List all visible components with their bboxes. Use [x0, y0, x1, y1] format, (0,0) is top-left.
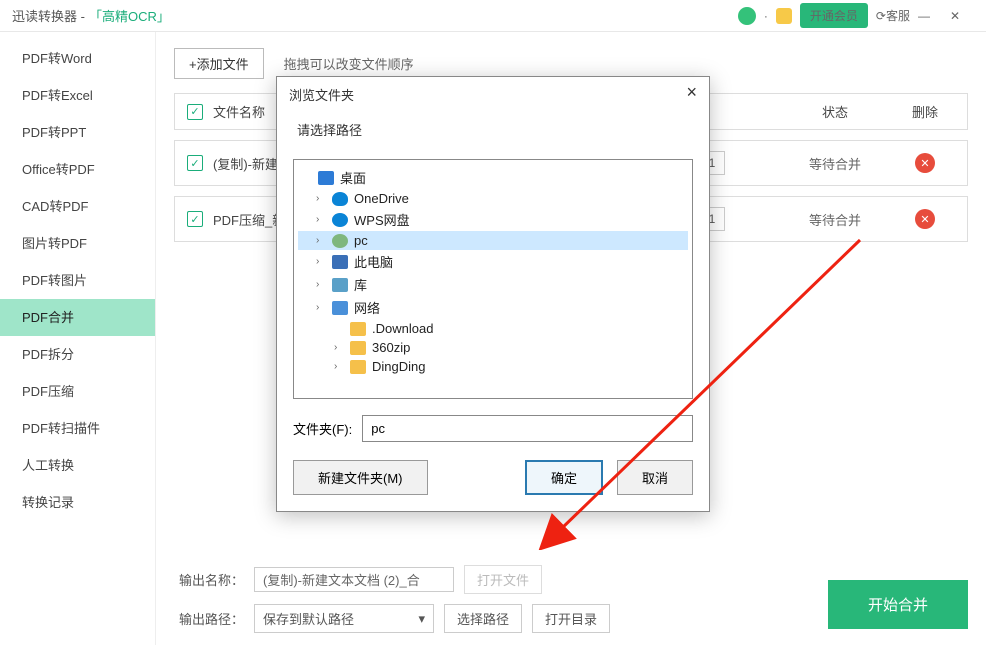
folder-icon: [350, 322, 366, 336]
app-name: 迅读转换器 -: [12, 6, 85, 25]
caret-icon: ›: [316, 235, 326, 246]
caret-icon: ›: [334, 342, 344, 353]
toolbar: +添加文件 拖拽可以改变文件顺序: [174, 48, 968, 79]
dialog-close-icon[interactable]: ×: [686, 85, 697, 104]
tree-item-label: 360zip: [372, 340, 410, 355]
dialog-title: 浏览文件夹: [289, 85, 354, 104]
col-status: 状态: [775, 102, 895, 121]
file-status: 等待合并: [775, 210, 895, 229]
folder-field-label: 文件夹(F):: [293, 419, 352, 438]
sidebar-item[interactable]: PDF转PPT: [0, 114, 155, 151]
tree-item[interactable]: › DingDing: [298, 357, 688, 376]
output-name-label: 输出名称：: [174, 570, 244, 589]
checkbox-all[interactable]: ✓: [187, 104, 203, 120]
wps-icon: [332, 213, 348, 227]
thispc-icon: [332, 255, 348, 269]
sidebar-item[interactable]: PDF转Word: [0, 40, 155, 77]
close-icon: ✕: [915, 153, 935, 173]
ok-button[interactable]: 确定: [525, 460, 603, 495]
net-icon: [332, 301, 348, 315]
crown-icon[interactable]: [776, 8, 792, 24]
dialog-hint: 请选择路径: [293, 120, 693, 139]
tree-item-label: 此电脑: [354, 252, 393, 271]
sidebar-item[interactable]: CAD转PDF: [0, 188, 155, 225]
checkbox[interactable]: ✓: [187, 211, 203, 227]
start-merge-button[interactable]: 开始合并: [828, 580, 968, 629]
sidebar-item[interactable]: 人工转换: [0, 447, 155, 484]
lib-icon: [332, 278, 348, 292]
tree-item[interactable]: › 此电脑: [298, 250, 688, 273]
add-file-button[interactable]: +添加文件: [174, 48, 264, 79]
tree-item[interactable]: › 网络: [298, 296, 688, 319]
avatar-icon: [738, 7, 756, 25]
tree-item-label: pc: [354, 233, 368, 248]
tree-item[interactable]: › OneDrive: [298, 189, 688, 208]
tree-item-label: 桌面: [340, 168, 366, 187]
caret-icon: ›: [316, 256, 326, 267]
sidebar-item[interactable]: PDF转Excel: [0, 77, 155, 114]
delete-button[interactable]: ✕: [895, 209, 955, 229]
close-button[interactable]: ✕: [950, 9, 974, 23]
tree-item-label: OneDrive: [354, 191, 409, 206]
tree-item-label: 库: [354, 275, 367, 294]
pc-icon: [332, 234, 348, 248]
onedrive-icon: [332, 192, 348, 206]
sidebar-item[interactable]: PDF转图片: [0, 262, 155, 299]
folder-tree[interactable]: 桌面›OneDrive›WPS网盘›pc›此电脑›库›网络.Download›3…: [293, 159, 693, 399]
caret-icon: ›: [316, 302, 326, 313]
drag-hint: 拖拽可以改变文件顺序: [284, 54, 414, 73]
sidebar-item[interactable]: PDF拆分: [0, 336, 155, 373]
vip-button[interactable]: 开通会员: [800, 3, 868, 28]
tree-item-label: DingDing: [372, 359, 425, 374]
customer-service[interactable]: ⟳ 客服: [876, 7, 910, 24]
tree-item[interactable]: › 360zip: [298, 338, 688, 357]
output-path-select[interactable]: 保存到默认路径 ▾: [254, 604, 434, 633]
sidebar-item[interactable]: PDF合并: [0, 299, 155, 336]
open-dir-button[interactable]: 打开目录: [532, 604, 610, 633]
folder-icon: [350, 360, 366, 374]
tree-item[interactable]: .Download: [298, 319, 688, 338]
tree-item-label: 网络: [354, 298, 380, 317]
titlebar: 迅读转换器 - 「高精OCR」 · 开通会员 ⟳ 客服 — ✕: [0, 0, 986, 32]
kefu-label: 客服: [886, 7, 910, 24]
open-file-button[interactable]: 打开文件: [464, 565, 542, 594]
caret-icon: ›: [316, 193, 326, 204]
sidebar-item[interactable]: PDF压缩: [0, 373, 155, 410]
file-status: 等待合并: [775, 154, 895, 173]
browse-folder-dialog: 浏览文件夹 × 请选择路径 桌面›OneDrive›WPS网盘›pc›此电脑›库…: [276, 76, 710, 512]
desktop-icon: [318, 171, 334, 185]
sidebar: PDF转WordPDF转ExcelPDF转PPTOffice转PDFCAD转PD…: [0, 32, 156, 645]
bottom-bar: 输出名称： 打开文件 输出路径： 保存到默认路径 ▾ 选择路径 打开目录 开始合…: [174, 555, 968, 633]
sidebar-item[interactable]: 转换记录: [0, 484, 155, 521]
delete-button[interactable]: ✕: [895, 153, 955, 173]
col-delete: 删除: [895, 102, 955, 121]
sidebar-item[interactable]: PDF转扫描件: [0, 410, 155, 447]
checkbox[interactable]: ✓: [187, 155, 203, 171]
sidebar-item[interactable]: 图片转PDF: [0, 225, 155, 262]
select-path-button[interactable]: 选择路径: [444, 604, 522, 633]
ocr-tag[interactable]: 「高精OCR」: [89, 6, 170, 25]
caret-icon: ›: [316, 214, 326, 225]
chevron-down-icon: ▾: [418, 611, 425, 627]
caret-icon: ›: [316, 279, 326, 290]
output-path-label: 输出路径：: [174, 609, 244, 628]
tree-item[interactable]: › WPS网盘: [298, 208, 688, 231]
output-path-value: 保存到默认路径: [263, 609, 354, 628]
tree-item[interactable]: 桌面: [298, 166, 688, 189]
tree-item[interactable]: › pc: [298, 231, 688, 250]
cancel-button[interactable]: 取消: [617, 460, 693, 495]
folder-field-input[interactable]: [362, 415, 693, 442]
folder-icon: [350, 341, 366, 355]
minimize-button[interactable]: —: [918, 9, 942, 23]
tree-item-label: WPS网盘: [354, 210, 410, 229]
user-avatar[interactable]: [738, 7, 756, 25]
tree-item-label: .Download: [372, 321, 433, 336]
close-icon: ✕: [915, 209, 935, 229]
caret-icon: ›: [334, 361, 344, 372]
sidebar-item[interactable]: Office转PDF: [0, 151, 155, 188]
output-name-input[interactable]: [254, 567, 454, 592]
new-folder-button[interactable]: 新建文件夹(M): [293, 460, 428, 495]
divider: ·: [764, 9, 768, 23]
tree-item[interactable]: ›库: [298, 273, 688, 296]
